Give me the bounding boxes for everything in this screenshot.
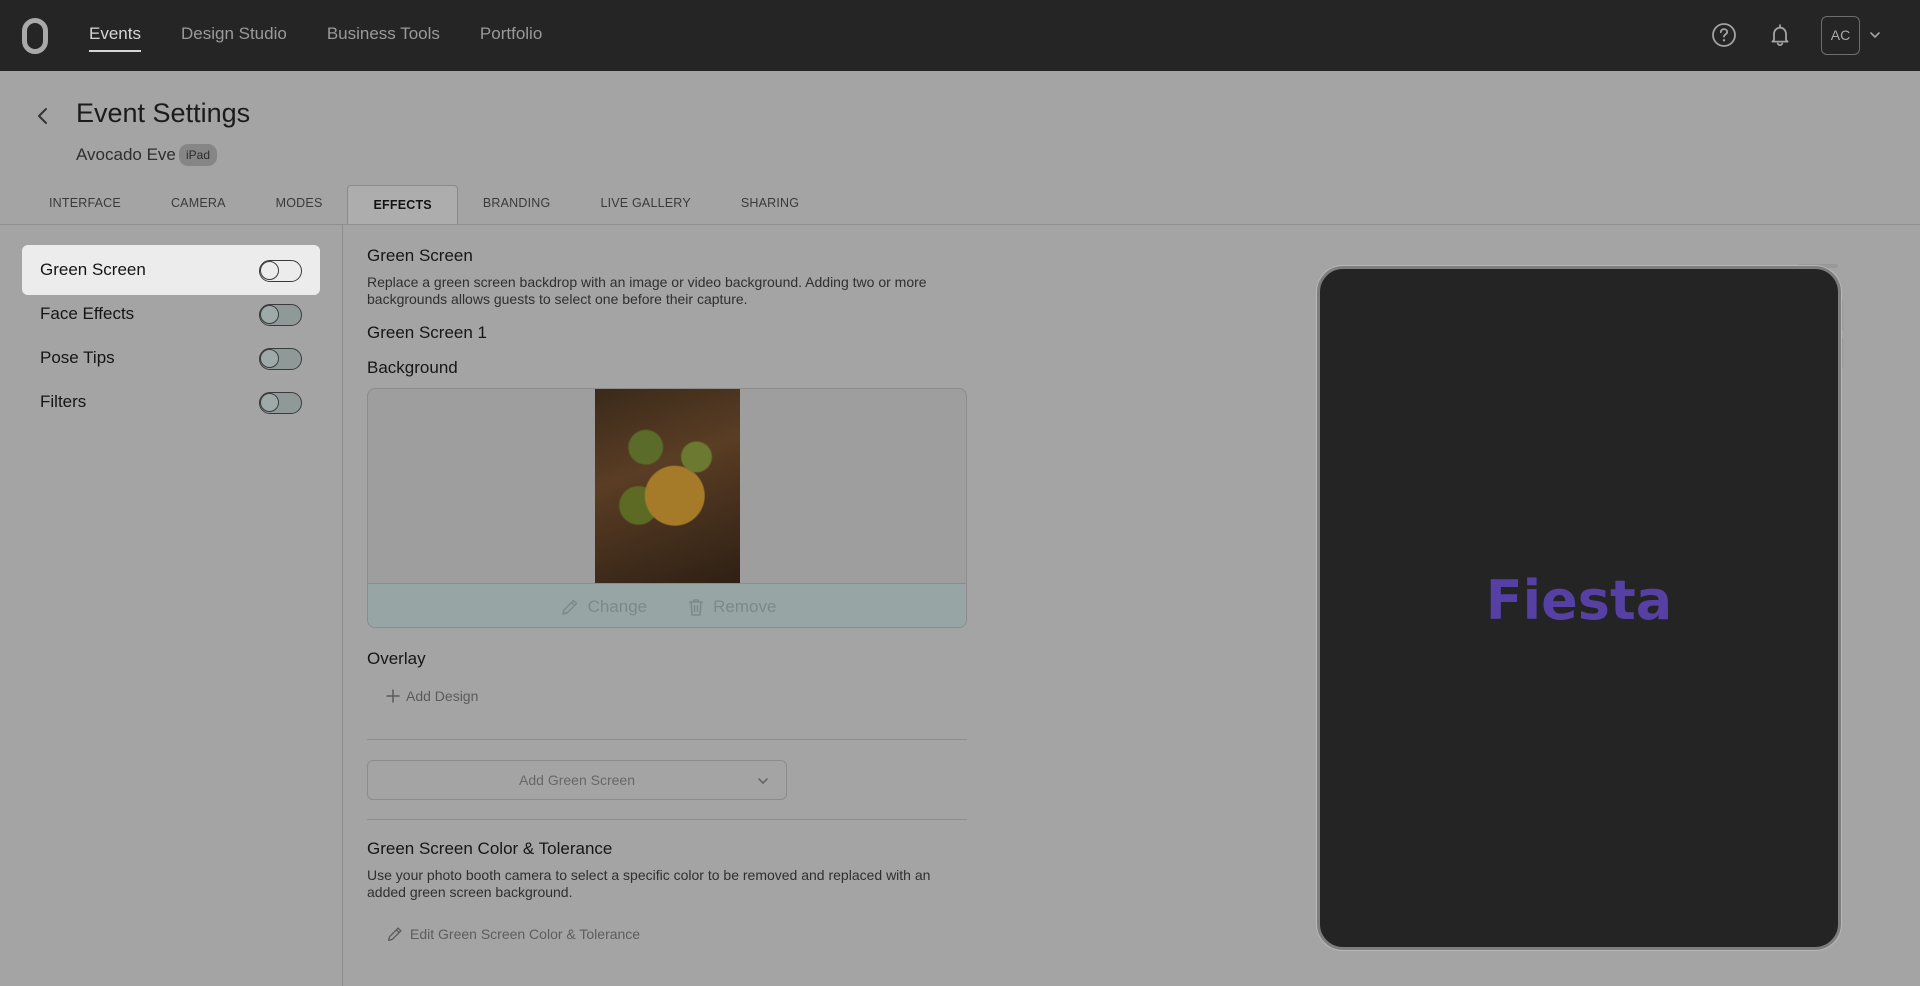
green-screen-1-title: Green Screen 1 (367, 323, 488, 342)
tab-interface[interactable]: INTERFACE (24, 185, 146, 225)
sidebar-item-filters[interactable]: Filters (22, 377, 320, 427)
nav-item-business-tools[interactable]: Business Tools (327, 0, 440, 71)
nav-item-events[interactable]: Events (89, 0, 141, 71)
green-screen-toggle[interactable] (259, 260, 302, 282)
plus-icon (386, 689, 400, 703)
change-background-button[interactable]: Change (560, 596, 648, 617)
notification-bell-icon[interactable] (1767, 22, 1793, 48)
add-design-label: Add Design (406, 688, 479, 704)
tab-effects[interactable]: EFFECTS (347, 185, 458, 225)
tab-modes[interactable]: MODES (251, 185, 348, 225)
edit-color-tolerance-label: Edit Green Screen Color & Tolerance (410, 926, 641, 942)
tab-camera[interactable]: CAMERA (146, 185, 251, 225)
device-badge: iPad (179, 144, 218, 166)
pose-tips-toggle[interactable] (259, 348, 302, 370)
toggle-knob (259, 348, 279, 368)
help-icon[interactable] (1711, 22, 1737, 48)
overlay-label: Overlay (367, 649, 426, 668)
toggle-knob (259, 392, 279, 412)
chevron-down-icon[interactable] (1868, 28, 1882, 42)
page-title: Event Settings (76, 98, 251, 128)
add-design-button[interactable]: Add Design (386, 688, 478, 704)
section-description: Replace a green screen backdrop with an … (367, 274, 927, 307)
section-title: Green Screen (367, 246, 473, 265)
trash-icon (689, 598, 704, 616)
toggle-knob (259, 304, 279, 324)
tab-branding[interactable]: BRANDING (458, 185, 576, 225)
app-logo[interactable] (22, 18, 48, 54)
face-effects-toggle[interactable] (259, 304, 302, 326)
section-divider (367, 819, 967, 820)
sidebar-item-label: Green Screen (40, 260, 146, 279)
change-label: Change (587, 596, 648, 616)
sidebar-item-label: Pose Tips (40, 348, 115, 367)
tab-sharing[interactable]: SHARING (716, 185, 824, 225)
event-name: Avocado Eve (76, 145, 176, 164)
nav-item-design-studio[interactable]: Design Studio (181, 0, 287, 71)
add-green-screen-select[interactable]: Add Green Screen (367, 760, 787, 800)
sidebar-item-pose-tips[interactable]: Pose Tips (22, 333, 320, 383)
toggle-knob (259, 260, 279, 280)
user-avatar[interactable]: AC (1821, 16, 1860, 55)
remove-background-button[interactable]: Remove (687, 597, 776, 617)
filters-toggle[interactable] (259, 392, 302, 414)
sidebar-item-label: Face Effects (40, 304, 135, 323)
back-arrow-icon[interactable] (34, 104, 54, 128)
color-tolerance-title: Green Screen Color & Tolerance (367, 839, 613, 858)
tabs-divider (0, 224, 1920, 225)
pencil-icon (388, 927, 402, 941)
color-tolerance-description: Use your photo booth camera to select a … (367, 867, 931, 900)
chevron-down-icon (758, 778, 768, 785)
sidebar-divider (342, 225, 343, 986)
pencil-icon (561, 599, 577, 615)
sidebar-item-label: Filters (40, 392, 87, 411)
background-image-thumbnail (595, 389, 740, 583)
section-divider (367, 739, 967, 740)
sidebar-item-face-effects[interactable]: Face Effects (22, 289, 320, 339)
ipad-preview: Fiesta (1317, 266, 1841, 950)
background-actions: Change Remove (368, 583, 966, 627)
preview-title-text: Fiesta (1485, 569, 1673, 632)
remove-label: Remove (713, 596, 777, 616)
add-green-screen-label: Add Green Screen (519, 772, 635, 788)
nav-item-portfolio[interactable]: Portfolio (480, 0, 542, 71)
settings-tabs: INTERFACE CAMERA MODES EFFECTS BRANDING … (24, 185, 824, 225)
edit-color-tolerance-button[interactable]: Edit Green Screen Color & Tolerance (386, 925, 640, 943)
top-navigation-bar: Events Design Studio Business Tools Port… (0, 0, 1920, 71)
sidebar-item-green-screen[interactable]: Green Screen (22, 245, 320, 295)
background-preview-box: Change Remove (367, 388, 967, 628)
main-nav: Events Design Studio Business Tools Port… (89, 0, 542, 71)
tab-live-gallery[interactable]: LIVE GALLERY (575, 185, 715, 225)
background-label: Background (367, 358, 458, 377)
